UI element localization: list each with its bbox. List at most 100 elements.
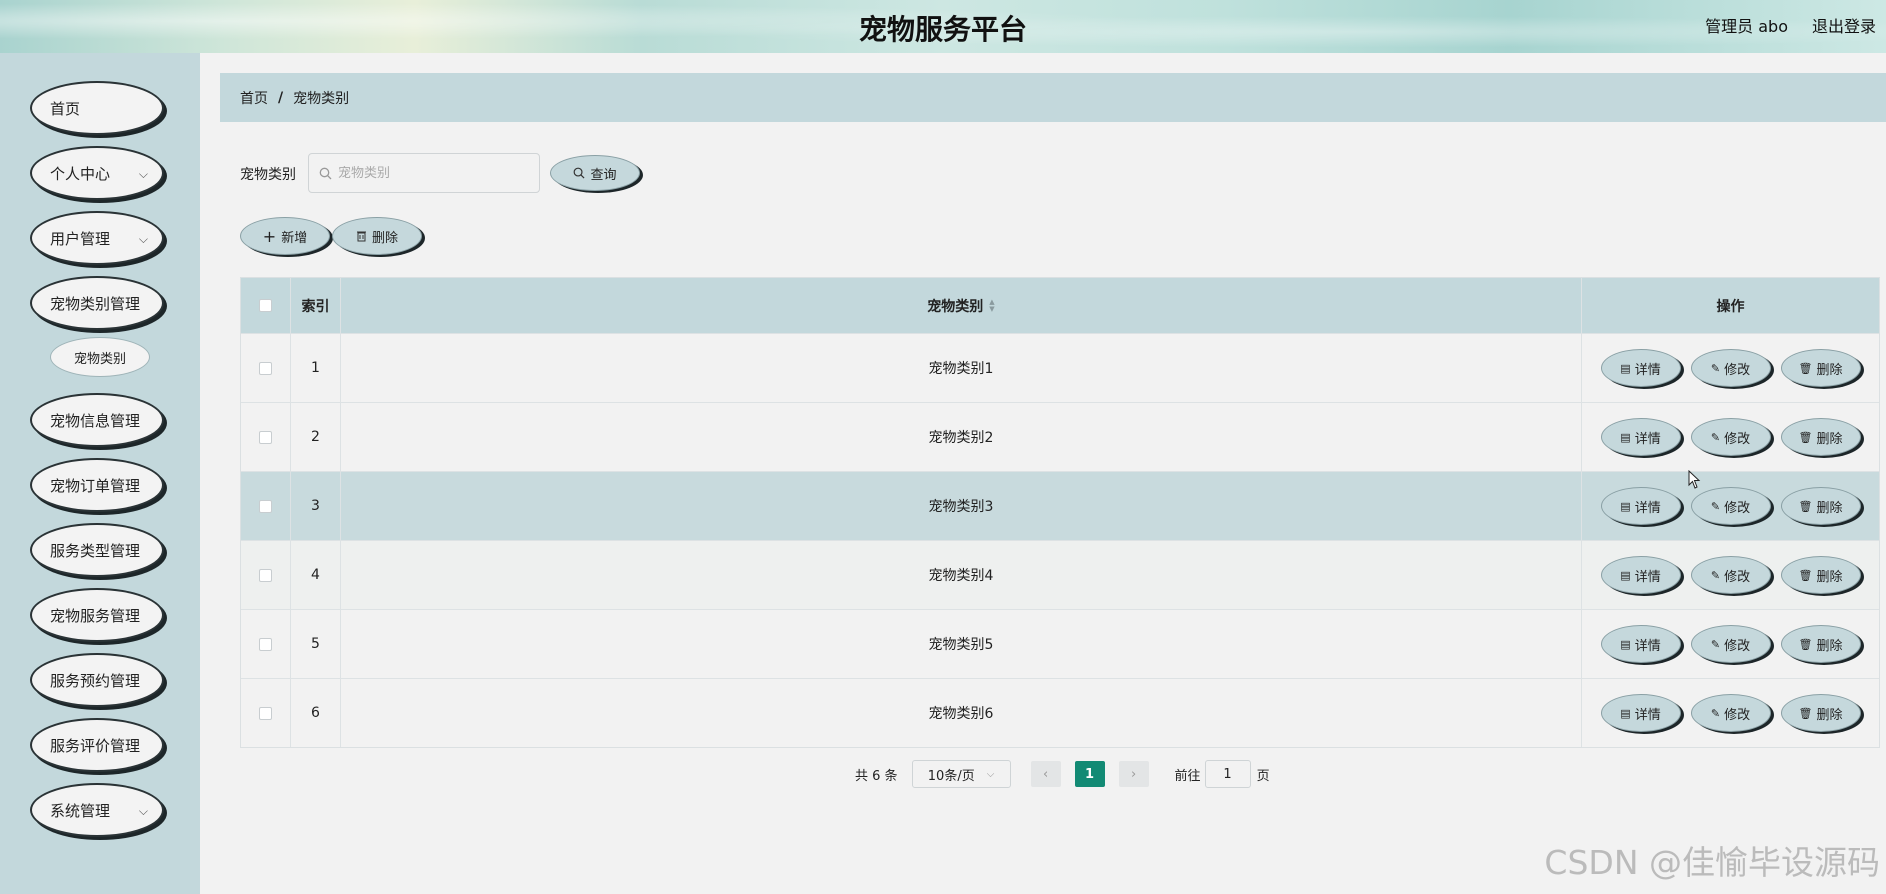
document-icon: ▤ xyxy=(1620,430,1631,444)
delete-button[interactable]: 🗑 删除 xyxy=(1780,556,1861,594)
row-checkbox[interactable] xyxy=(259,499,272,513)
sidebar-item-pet-info-management[interactable]: 宠物信息管理 xyxy=(30,393,164,447)
breadcrumb-home[interactable]: 首页 xyxy=(240,88,268,108)
cell-name: 宠物类别3 xyxy=(341,472,1582,540)
select-all-checkbox[interactable] xyxy=(259,299,272,312)
delete-button[interactable]: 🗑 删除 xyxy=(1780,625,1861,663)
table-row[interactable]: 2 宠物类别2 ▤ 详情 ✎ 修改 🗑 删除 xyxy=(241,402,1879,471)
cell-name: 宠物类别6 xyxy=(341,679,1582,747)
sidebar-item-label: 系统管理 xyxy=(50,801,111,820)
detail-button[interactable]: ▤ 详情 xyxy=(1600,694,1681,732)
delete-button[interactable]: 🗑 删除 xyxy=(1780,418,1861,456)
pagination: 共 6 条 10条/页 ⌵ ‹ 1 › 前往 1 页 xyxy=(855,760,1270,788)
prev-page-button[interactable]: ‹ xyxy=(1030,761,1061,787)
goto-page-input[interactable]: 1 xyxy=(1204,760,1251,788)
sort-icon[interactable]: ▲ ▼ xyxy=(989,298,994,313)
detail-button[interactable]: ▤ 详情 xyxy=(1600,418,1681,456)
edit-button[interactable]: ✎ 修改 xyxy=(1690,556,1771,594)
pencil-icon: ✎ xyxy=(1710,568,1721,582)
delete-button-label: 删除 xyxy=(1816,707,1843,723)
table-row[interactable]: 4 宠物类别4 ▤ 详情 ✎ 修改 🗑 删除 xyxy=(241,540,1879,609)
sidebar-item-appointment-management[interactable]: 服务预约管理 xyxy=(30,653,164,707)
user-label: 管理员 abo xyxy=(1705,17,1788,36)
column-header-name[interactable]: 宠物类别 ▲ ▼ xyxy=(341,278,1582,333)
chevron-down-icon: ⌵ xyxy=(138,167,148,181)
next-page-button[interactable]: › xyxy=(1118,761,1149,787)
search-label: 宠物类别 xyxy=(240,167,296,183)
search-field[interactable] xyxy=(308,153,540,193)
row-checkbox[interactable] xyxy=(259,637,272,651)
batch-delete-button[interactable]: 删除 xyxy=(332,217,422,255)
detail-button-label: 详情 xyxy=(1634,431,1661,447)
sidebar-item-personal-center[interactable]: 个人中心 ⌵ xyxy=(30,146,164,200)
sidebar-item-label: 宠物类别管理 xyxy=(50,294,141,313)
detail-button[interactable]: ▤ 详情 xyxy=(1600,349,1681,387)
sidebar-item-pet-order-management[interactable]: 宠物订单管理 xyxy=(30,458,164,512)
edit-button[interactable]: ✎ 修改 xyxy=(1690,349,1771,387)
trash-icon: 🗑 xyxy=(1798,706,1813,720)
row-checkbox[interactable] xyxy=(259,568,272,582)
chevron-down-icon: ⌵ xyxy=(138,804,148,818)
edit-button-label: 修改 xyxy=(1724,362,1751,378)
delete-button-label: 删除 xyxy=(1816,638,1843,654)
trash-icon: 🗑 xyxy=(1798,430,1813,444)
user-area: 管理员 abo 退出登录 xyxy=(1705,13,1876,37)
edit-button[interactable]: ✎ 修改 xyxy=(1690,418,1771,456)
edit-button-label: 修改 xyxy=(1724,569,1751,585)
table-row[interactable]: 5 宠物类别5 ▤ 详情 ✎ 修改 🗑 删除 xyxy=(241,609,1879,678)
page-suffix: 页 xyxy=(1256,768,1270,784)
data-table: 索引 宠物类别 ▲ ▼ 操作 1 宠物类别1 ▤ 详情 ✎ 修改 🗑 删除 2 宠物类别2 ▤ 详情 ✎ 修… xyxy=(240,277,1880,748)
detail-button[interactable]: ▤ 详情 xyxy=(1600,625,1681,663)
total-count: 共 6 条 xyxy=(855,768,898,784)
sidebar-item-system-management[interactable]: 系统管理 ⌵ xyxy=(30,783,164,837)
search-icon xyxy=(574,167,585,179)
page-number-current[interactable]: 1 xyxy=(1074,761,1105,787)
logout-link[interactable]: 退出登录 xyxy=(1812,13,1876,37)
pencil-icon: ✎ xyxy=(1710,706,1721,720)
search-input[interactable] xyxy=(338,165,528,181)
sidebar-item-review-management[interactable]: 服务评价管理 xyxy=(30,718,164,772)
sidebar-item-pet-service-management[interactable]: 宠物服务管理 xyxy=(30,588,164,642)
pencil-icon: ✎ xyxy=(1710,499,1721,513)
page-size-select[interactable]: 10条/页 ⌵ xyxy=(911,760,1011,788)
edit-button[interactable]: ✎ 修改 xyxy=(1690,694,1771,732)
sidebar-item-label: 服务预约管理 xyxy=(50,671,141,690)
detail-button[interactable]: ▤ 详情 xyxy=(1600,487,1681,525)
cell-index: 4 xyxy=(291,541,341,609)
sidebar-item-home[interactable]: 首页 xyxy=(30,81,164,135)
breadcrumb-separator: / xyxy=(278,89,284,106)
add-button[interactable]: + 新增 xyxy=(240,217,330,255)
document-icon: ▤ xyxy=(1620,361,1631,375)
top-header: 宠物服务平台 管理员 abo 退出登录 xyxy=(0,0,1886,53)
table-row[interactable]: 6 宠物类别6 ▤ 详情 ✎ 修改 🗑 删除 xyxy=(241,678,1879,747)
edit-button-label: 修改 xyxy=(1724,431,1751,447)
delete-button[interactable]: 🗑 删除 xyxy=(1780,349,1861,387)
cell-ops: ▤ 详情 ✎ 修改 🗑 删除 xyxy=(1582,472,1879,540)
sidebar-item-user-management[interactable]: 用户管理 ⌵ xyxy=(30,211,164,265)
sidebar-item-service-type-management[interactable]: 服务类型管理 xyxy=(30,523,164,577)
edit-button[interactable]: ✎ 修改 xyxy=(1690,625,1771,663)
detail-button[interactable]: ▤ 详情 xyxy=(1600,556,1681,594)
delete-button[interactable]: 🗑 删除 xyxy=(1780,694,1861,732)
sidebar-subitem-label: 宠物类别 xyxy=(73,351,126,367)
delete-button[interactable]: 🗑 删除 xyxy=(1780,487,1861,525)
row-checkbox[interactable] xyxy=(259,430,272,444)
table-row[interactable]: 3 宠物类别3 ▤ 详情 ✎ 修改 🗑 删除 xyxy=(241,471,1879,540)
delete-button-label: 删除 xyxy=(1816,569,1843,585)
detail-button-label: 详情 xyxy=(1634,638,1661,654)
table-row[interactable]: 1 宠物类别1 ▤ 详情 ✎ 修改 🗑 删除 xyxy=(241,333,1879,402)
batch-delete-button-label: 删除 xyxy=(371,230,398,246)
edit-button[interactable]: ✎ 修改 xyxy=(1690,487,1771,525)
sidebar-item-pet-category-management[interactable]: 宠物类别管理 xyxy=(30,276,164,330)
trash-icon: 🗑 xyxy=(1798,361,1813,375)
sidebar-item-label: 服务评价管理 xyxy=(50,736,141,755)
chevron-down-icon: ⌵ xyxy=(138,232,148,246)
search-button[interactable]: 查询 xyxy=(550,155,640,191)
sidebar-item-label: 宠物信息管理 xyxy=(50,411,141,430)
sidebar-subitem-pet-category[interactable]: 宠物类别 xyxy=(50,337,150,377)
row-checkbox[interactable] xyxy=(259,361,272,375)
row-checkbox[interactable] xyxy=(259,706,272,720)
sidebar-item-label: 用户管理 xyxy=(50,229,111,248)
document-icon: ▤ xyxy=(1620,568,1631,582)
detail-button-label: 详情 xyxy=(1634,569,1661,585)
